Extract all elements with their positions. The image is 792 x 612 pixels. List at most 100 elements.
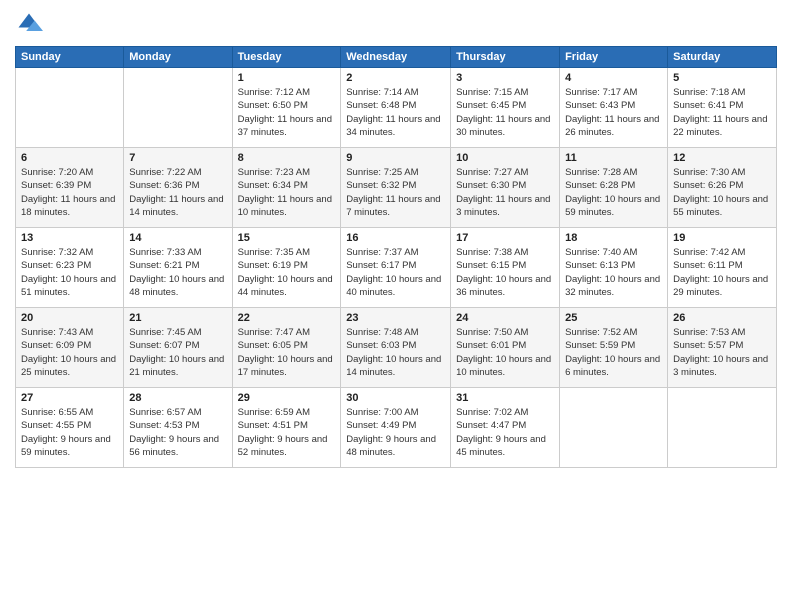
week-row-0: 1 Sunrise: 7:12 AMSunset: 6:50 PMDaylight… [16, 68, 777, 148]
calendar-cell: 24 Sunrise: 7:50 AMSunset: 6:01 PMDayligh… [451, 308, 560, 388]
page: SundayMondayTuesdayWednesdayThursdayFrid… [0, 0, 792, 612]
day-info: Sunrise: 7:18 AMSunset: 6:41 PMDaylight:… [673, 86, 771, 139]
day-info: Sunrise: 6:57 AMSunset: 4:53 PMDaylight:… [129, 406, 226, 459]
calendar-cell: 25 Sunrise: 7:52 AMSunset: 5:59 PMDayligh… [560, 308, 668, 388]
header [15, 10, 777, 38]
day-number: 24 [456, 312, 554, 324]
day-info: Sunrise: 7:27 AMSunset: 6:30 PMDaylight:… [456, 166, 554, 219]
calendar-cell: 16 Sunrise: 7:37 AMSunset: 6:17 PMDayligh… [341, 228, 451, 308]
day-info: Sunrise: 7:12 AMSunset: 6:50 PMDaylight:… [238, 86, 336, 139]
week-row-3: 20 Sunrise: 7:43 AMSunset: 6:09 PMDayligh… [16, 308, 777, 388]
calendar-cell [668, 388, 777, 468]
day-info: Sunrise: 7:45 AMSunset: 6:07 PMDaylight:… [129, 326, 226, 379]
day-header-sunday: Sunday [16, 47, 124, 68]
day-number: 14 [129, 232, 226, 244]
day-number: 9 [346, 152, 445, 164]
calendar-cell: 22 Sunrise: 7:47 AMSunset: 6:05 PMDayligh… [232, 308, 341, 388]
day-number: 12 [673, 152, 771, 164]
day-info: Sunrise: 7:47 AMSunset: 6:05 PMDaylight:… [238, 326, 336, 379]
calendar-cell: 21 Sunrise: 7:45 AMSunset: 6:07 PMDayligh… [124, 308, 232, 388]
day-info: Sunrise: 7:28 AMSunset: 6:28 PMDaylight:… [565, 166, 662, 219]
calendar-cell: 12 Sunrise: 7:30 AMSunset: 6:26 PMDayligh… [668, 148, 777, 228]
day-number: 20 [21, 312, 118, 324]
day-info: Sunrise: 7:00 AMSunset: 4:49 PMDaylight:… [346, 406, 445, 459]
calendar-cell: 9 Sunrise: 7:25 AMSunset: 6:32 PMDaylight… [341, 148, 451, 228]
calendar-cell [124, 68, 232, 148]
week-row-4: 27Sunrise: 6:55 AMSunset: 4:55 PMDayligh… [16, 388, 777, 468]
day-header-tuesday: Tuesday [232, 47, 341, 68]
calendar-cell: 3Sunrise: 7:15 AMSunset: 6:45 PMDaylight… [451, 68, 560, 148]
calendar-cell: 6 Sunrise: 7:20 AMSunset: 6:39 PMDaylight… [16, 148, 124, 228]
calendar-cell: 20 Sunrise: 7:43 AMSunset: 6:09 PMDayligh… [16, 308, 124, 388]
day-info: Sunrise: 7:30 AMSunset: 6:26 PMDaylight:… [673, 166, 771, 219]
day-number: 28 [129, 392, 226, 404]
week-row-2: 13 Sunrise: 7:32 AMSunset: 6:23 PMDayligh… [16, 228, 777, 308]
day-number: 7 [129, 152, 226, 164]
day-number: 21 [129, 312, 226, 324]
day-number: 2 [346, 72, 445, 84]
day-number: 18 [565, 232, 662, 244]
day-number: 4 [565, 72, 662, 84]
day-info: Sunrise: 7:53 AMSunset: 5:57 PMDaylight:… [673, 326, 771, 379]
calendar-cell: 4Sunrise: 7:17 AMSunset: 6:43 PMDaylight… [560, 68, 668, 148]
calendar-cell: 31Sunrise: 7:02 AMSunset: 4:47 PMDayligh… [451, 388, 560, 468]
day-header-row: SundayMondayTuesdayWednesdayThursdayFrid… [16, 47, 777, 68]
calendar-cell: 30 Sunrise: 7:00 AMSunset: 4:49 PMDayligh… [341, 388, 451, 468]
logo-icon [15, 10, 43, 38]
day-info: Sunrise: 7:25 AMSunset: 6:32 PMDaylight:… [346, 166, 445, 219]
day-number: 26 [673, 312, 771, 324]
calendar-cell: 26 Sunrise: 7:53 AMSunset: 5:57 PMDayligh… [668, 308, 777, 388]
day-info: Sunrise: 7:14 AMSunset: 6:48 PMDaylight:… [346, 86, 445, 139]
day-number: 16 [346, 232, 445, 244]
calendar-cell: 7 Sunrise: 7:22 AMSunset: 6:36 PMDaylight… [124, 148, 232, 228]
day-info: Sunrise: 7:38 AMSunset: 6:15 PMDaylight:… [456, 246, 554, 299]
calendar: SundayMondayTuesdayWednesdayThursdayFrid… [15, 46, 777, 468]
day-info: Sunrise: 7:32 AMSunset: 6:23 PMDaylight:… [21, 246, 118, 299]
day-info: Sunrise: 7:23 AMSunset: 6:34 PMDaylight:… [238, 166, 336, 219]
day-info: Sunrise: 7:22 AMSunset: 6:36 PMDaylight:… [129, 166, 226, 219]
day-info: Sunrise: 7:52 AMSunset: 5:59 PMDaylight:… [565, 326, 662, 379]
calendar-cell: 2 Sunrise: 7:14 AMSunset: 6:48 PMDaylight… [341, 68, 451, 148]
week-row-1: 6 Sunrise: 7:20 AMSunset: 6:39 PMDaylight… [16, 148, 777, 228]
day-number: 25 [565, 312, 662, 324]
day-number: 19 [673, 232, 771, 244]
calendar-cell: 17 Sunrise: 7:38 AMSunset: 6:15 PMDayligh… [451, 228, 560, 308]
day-number: 8 [238, 152, 336, 164]
day-info: Sunrise: 7:15 AMSunset: 6:45 PMDaylight:… [456, 86, 554, 139]
day-number: 1 [238, 72, 336, 84]
day-number: 27 [21, 392, 118, 404]
calendar-cell: 27Sunrise: 6:55 AMSunset: 4:55 PMDayligh… [16, 388, 124, 468]
calendar-cell [560, 388, 668, 468]
day-number: 29 [238, 392, 336, 404]
calendar-cell: 19 Sunrise: 7:42 AMSunset: 6:11 PMDayligh… [668, 228, 777, 308]
day-info: Sunrise: 7:20 AMSunset: 6:39 PMDaylight:… [21, 166, 118, 219]
calendar-cell: 15Sunrise: 7:35 AMSunset: 6:19 PMDayligh… [232, 228, 341, 308]
logo [15, 10, 45, 38]
calendar-cell: 1 Sunrise: 7:12 AMSunset: 6:50 PMDaylight… [232, 68, 341, 148]
day-number: 11 [565, 152, 662, 164]
day-number: 30 [346, 392, 445, 404]
calendar-cell: 5Sunrise: 7:18 AMSunset: 6:41 PMDaylight… [668, 68, 777, 148]
day-header-wednesday: Wednesday [341, 47, 451, 68]
calendar-cell: 13 Sunrise: 7:32 AMSunset: 6:23 PMDayligh… [16, 228, 124, 308]
day-info: Sunrise: 7:33 AMSunset: 6:21 PMDaylight:… [129, 246, 226, 299]
day-info: Sunrise: 7:50 AMSunset: 6:01 PMDaylight:… [456, 326, 554, 379]
calendar-cell: 29 Sunrise: 6:59 AMSunset: 4:51 PMDayligh… [232, 388, 341, 468]
day-number: 13 [21, 232, 118, 244]
calendar-cell: 28 Sunrise: 6:57 AMSunset: 4:53 PMDayligh… [124, 388, 232, 468]
day-header-monday: Monday [124, 47, 232, 68]
day-number: 17 [456, 232, 554, 244]
day-number: 23 [346, 312, 445, 324]
day-header-friday: Friday [560, 47, 668, 68]
calendar-cell: 11 Sunrise: 7:28 AMSunset: 6:28 PMDayligh… [560, 148, 668, 228]
day-number: 22 [238, 312, 336, 324]
day-info: Sunrise: 7:48 AMSunset: 6:03 PMDaylight:… [346, 326, 445, 379]
day-info: Sunrise: 7:35 AMSunset: 6:19 PMDaylight:… [238, 246, 336, 299]
day-number: 6 [21, 152, 118, 164]
day-info: Sunrise: 7:43 AMSunset: 6:09 PMDaylight:… [21, 326, 118, 379]
day-info: Sunrise: 6:59 AMSunset: 4:51 PMDaylight:… [238, 406, 336, 459]
calendar-cell: 10Sunrise: 7:27 AMSunset: 6:30 PMDayligh… [451, 148, 560, 228]
day-info: Sunrise: 7:42 AMSunset: 6:11 PMDaylight:… [673, 246, 771, 299]
calendar-cell: 8 Sunrise: 7:23 AMSunset: 6:34 PMDaylight… [232, 148, 341, 228]
day-info: Sunrise: 7:37 AMSunset: 6:17 PMDaylight:… [346, 246, 445, 299]
